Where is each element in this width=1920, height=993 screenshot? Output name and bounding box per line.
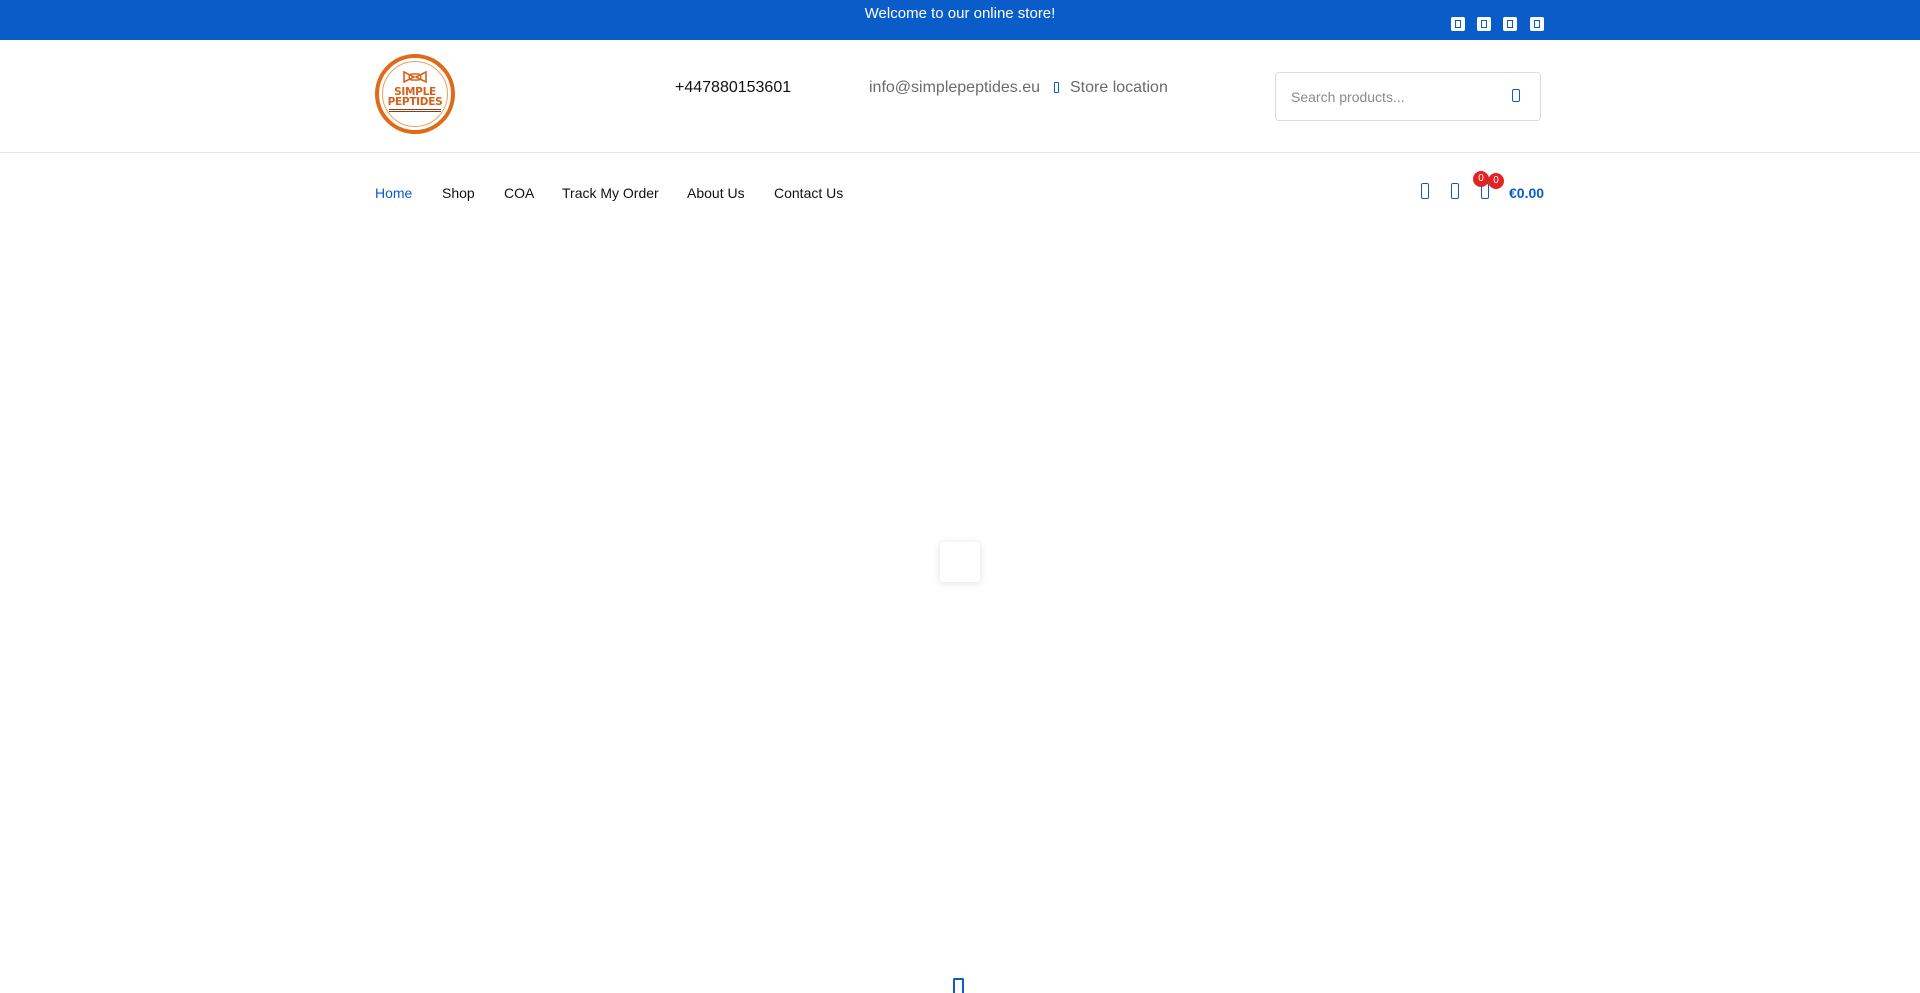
logo-text-line2: PEPTIDES — [387, 96, 443, 108]
search-input[interactable] — [1291, 87, 1501, 107]
nav-contact-us[interactable]: Contact Us — [774, 185, 843, 201]
location-pin-icon — [1054, 82, 1059, 93]
nav-about-us[interactable]: About Us — [687, 185, 745, 201]
logo-tagline-rule — [389, 109, 441, 112]
instagram-icon[interactable] — [1503, 17, 1517, 31]
header-divider — [0, 152, 1920, 153]
search-icon[interactable] — [1512, 89, 1520, 102]
youtube-icon[interactable] — [1530, 17, 1544, 31]
store-location-link[interactable]: Store location — [1070, 79, 1168, 97]
cart-count-badge: 0 — [1488, 173, 1504, 189]
nav-home[interactable]: Home — [375, 185, 412, 201]
logo-mark-icon — [403, 70, 427, 84]
scroll-down-icon[interactable] — [953, 978, 964, 993]
nav-track-my-order[interactable]: Track My Order — [562, 185, 659, 201]
twitter-icon[interactable] — [1477, 17, 1491, 31]
email-link[interactable]: info@simplepeptides.eu — [869, 79, 1040, 97]
facebook-icon[interactable] — [1451, 17, 1465, 31]
wishlist-icon[interactable] — [1451, 183, 1459, 199]
compare-count-badge: 0 — [1473, 171, 1489, 187]
site-logo[interactable]: SIMPLE PEPTIDES — [375, 54, 455, 134]
phone-number[interactable]: +447880153601 — [675, 79, 791, 97]
account-icon[interactable] — [1421, 183, 1429, 199]
nav-shop[interactable]: Shop — [442, 185, 475, 201]
welcome-message: Welcome to our online store! — [864, 5, 1056, 22]
nav-coa[interactable]: COA — [504, 185, 534, 201]
top-bar: Welcome to our online store! — [0, 0, 1920, 40]
page-loader — [940, 542, 980, 582]
search-box — [1275, 72, 1541, 121]
cart-total[interactable]: €0.00 — [1509, 185, 1544, 201]
